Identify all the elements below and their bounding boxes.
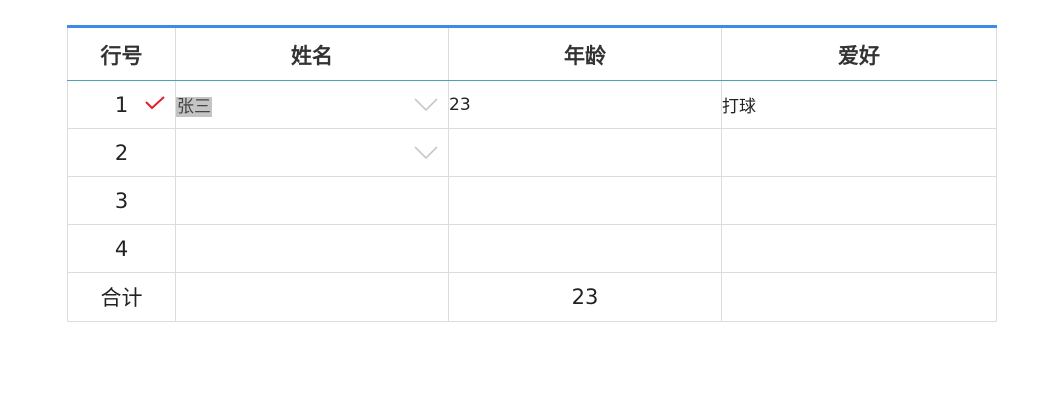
name-cell[interactable] <box>175 176 449 225</box>
header-age[interactable]: 年龄 <box>448 25 722 81</box>
hobby-cell[interactable] <box>721 128 997 177</box>
name-value: 张三 <box>176 97 212 117</box>
chevron-down-icon[interactable] <box>414 98 438 112</box>
name-select[interactable] <box>175 128 449 177</box>
table-row[interactable]: 4 <box>67 224 997 273</box>
table-row[interactable]: 3 <box>67 176 997 225</box>
hobby-cell[interactable] <box>721 224 997 273</box>
age-cell[interactable]: 23 <box>448 80 722 129</box>
hobby-total <box>721 272 997 322</box>
header-row: 行号 姓名 年龄 爱好 <box>67 25 997 81</box>
row-number-cell[interactable]: 3 <box>67 176 176 225</box>
age-total: 23 <box>448 272 722 322</box>
row-number: 2 <box>114 140 129 165</box>
header-name[interactable]: 姓名 <box>175 25 449 81</box>
row-number: 3 <box>114 188 129 213</box>
row-number-cell[interactable]: 1 <box>67 80 176 129</box>
table-row[interactable]: 1 张三 23 打球 <box>67 80 997 129</box>
name-select[interactable]: 张三 <box>175 80 449 129</box>
row-number: 1 <box>114 92 129 117</box>
total-label: 合计 <box>67 272 176 322</box>
row-number-cell[interactable]: 2 <box>67 128 176 177</box>
header-hobby[interactable]: 爱好 <box>721 25 997 81</box>
age-cell[interactable] <box>448 224 722 273</box>
table-row[interactable]: 2 <box>67 128 997 177</box>
row-number: 4 <box>114 236 129 261</box>
data-grid: 行号 姓名 年龄 爱好 1 张三 23 打球 2 3 4 合计 23 <box>67 25 997 322</box>
chevron-down-icon[interactable] <box>414 146 438 160</box>
hobby-cell[interactable] <box>721 176 997 225</box>
age-cell[interactable] <box>448 128 722 177</box>
name-cell[interactable] <box>175 224 449 273</box>
row-number-cell[interactable]: 4 <box>67 224 176 273</box>
header-row-number[interactable]: 行号 <box>67 25 176 81</box>
check-icon <box>145 96 165 110</box>
hobby-cell[interactable]: 打球 <box>721 80 997 129</box>
age-cell[interactable] <box>448 176 722 225</box>
total-row: 合计 23 <box>67 272 997 322</box>
name-total <box>175 272 449 322</box>
